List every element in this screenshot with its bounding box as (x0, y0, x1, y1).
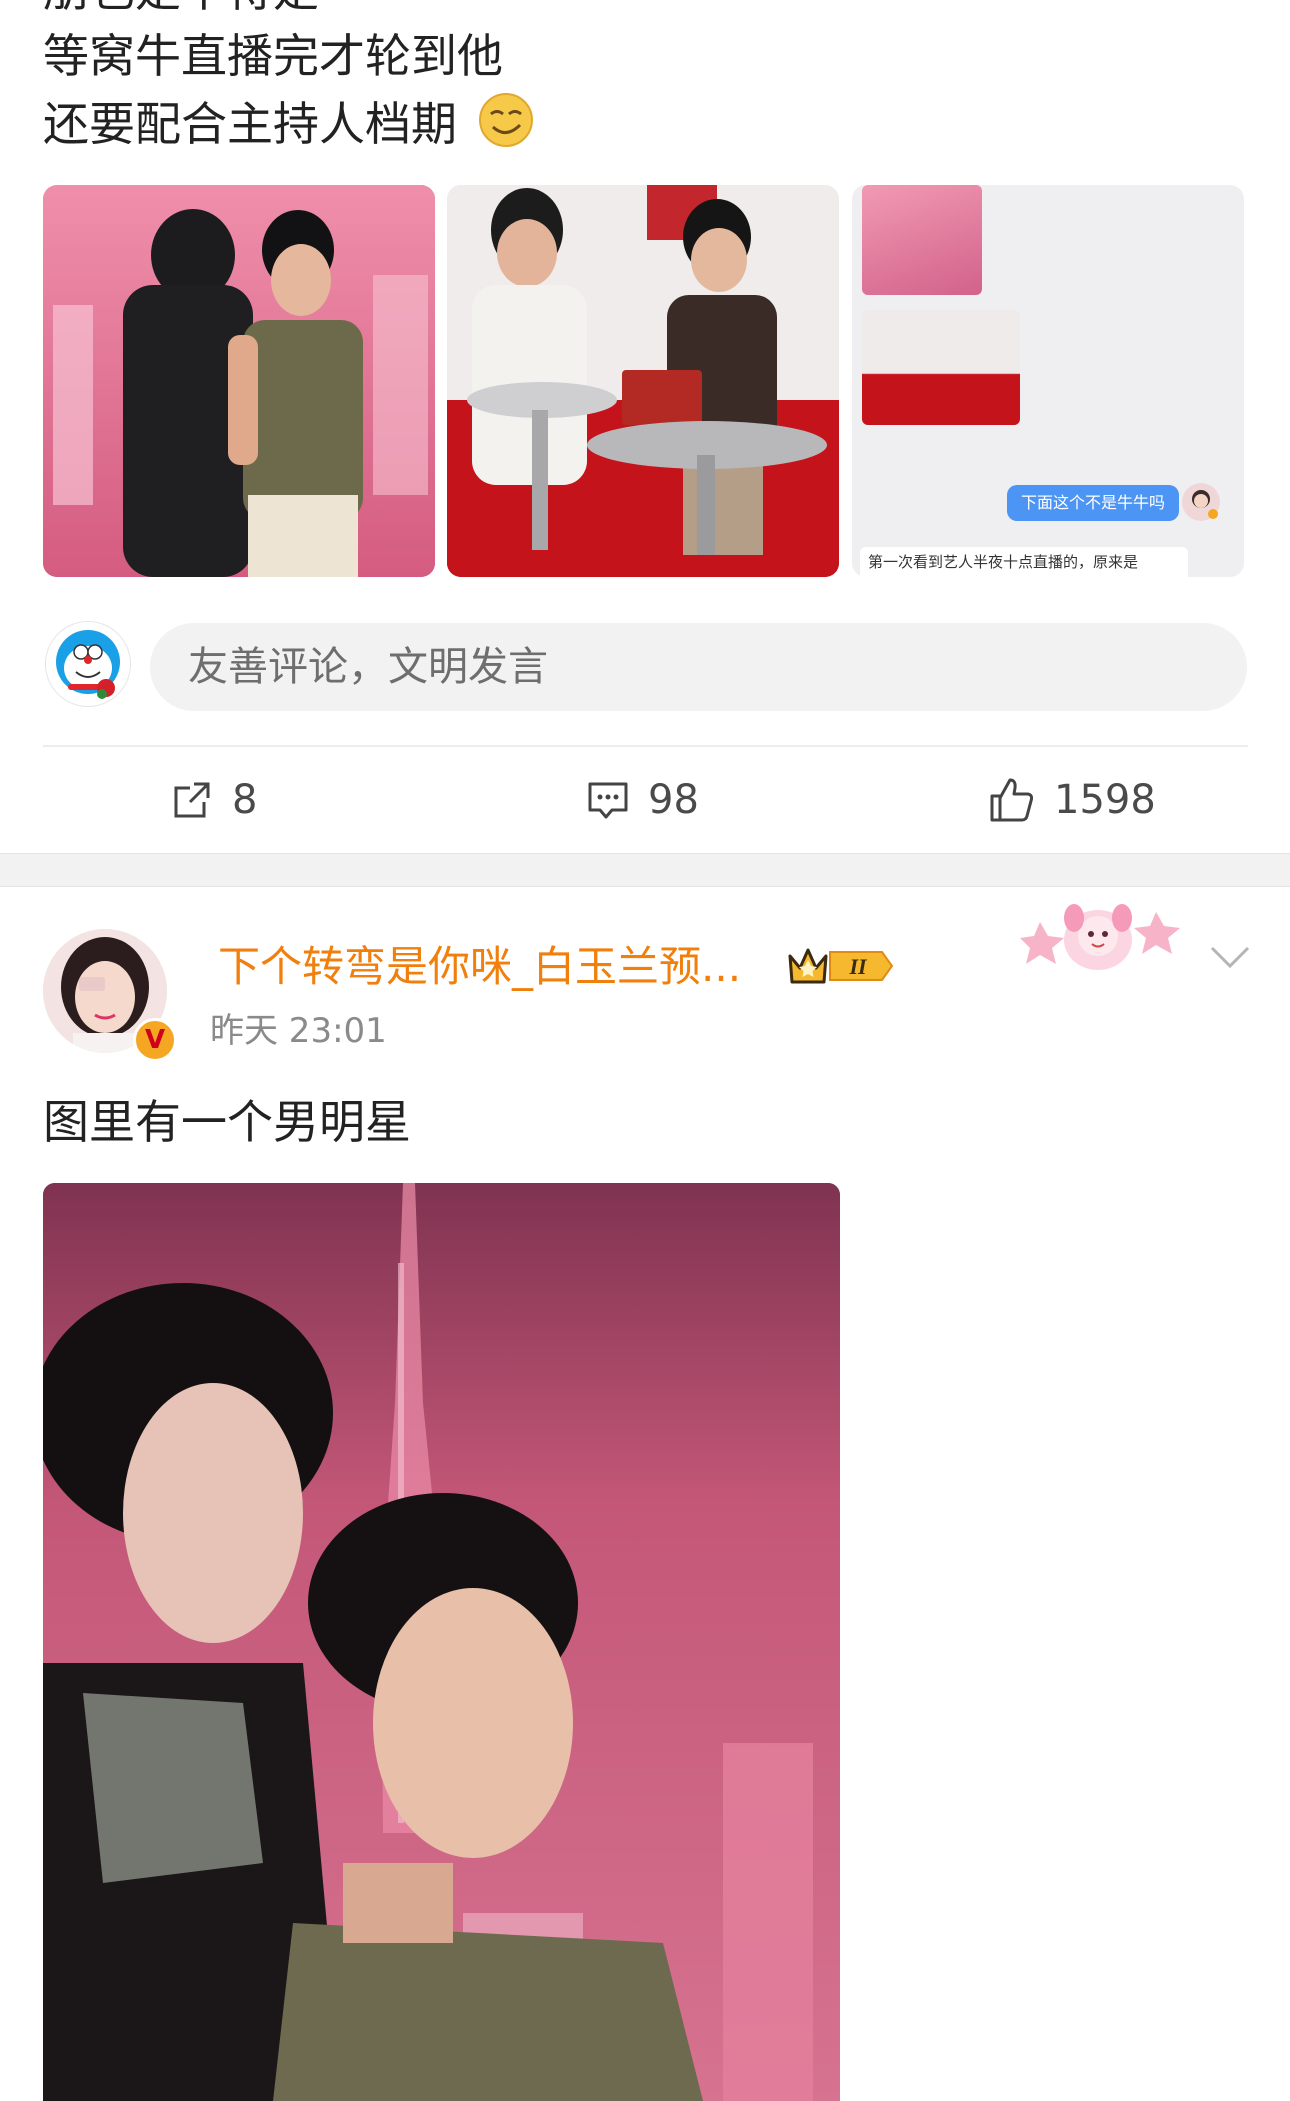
post-image-3[interactable]: 下面这个不是牛牛吗 第一次看到艺人半夜十点直播的，原来是 (852, 185, 1244, 577)
thumbs-up-icon (990, 778, 1034, 822)
chat-caption: 第一次看到艺人半夜十点直播的，原来是 (860, 547, 1188, 577)
feed-separator (0, 853, 1290, 887)
cartoon-sticker-icon (1016, 888, 1196, 992)
post-text-line-1: 等窝牛直播完才轮到他 (43, 29, 503, 83)
like-count: 1598 (1054, 777, 1156, 823)
smirk-emoji-icon (478, 92, 534, 166)
like-button[interactable]: 1598 (988, 772, 1156, 828)
member-level: II (848, 954, 868, 979)
my-avatar[interactable] (45, 621, 131, 707)
chat-avatar (1182, 483, 1220, 521)
divider (43, 745, 1248, 747)
post-image-1[interactable] (43, 185, 435, 577)
post-text-line-2-text: 还要配合主持人档期 (43, 97, 457, 151)
post-photo[interactable] (43, 1183, 840, 2101)
comment-input[interactable]: 友善评论，文明发言 (150, 623, 1247, 711)
comment-icon (588, 782, 628, 819)
post-text: 等窝牛直播完才轮到他 还要配合主持人档期 (43, 22, 1243, 158)
post-text-line-2: 还要配合主持人档期 (43, 90, 1243, 158)
comment-button[interactable]: 98 (586, 772, 699, 828)
post-text-cut-line: 朋也是半待是 (43, 0, 319, 24)
member-crown-badge[interactable]: II (786, 942, 896, 992)
chat-image-1 (862, 185, 982, 295)
comment-placeholder: 友善评论，文明发言 (188, 644, 548, 690)
repost-count: 8 (232, 777, 258, 823)
post-timestamp: 昨天 23:01 (210, 1011, 387, 1051)
post-image-2[interactable] (447, 185, 839, 577)
comment-count: 98 (648, 777, 699, 823)
repost-icon (174, 782, 210, 818)
repost-button[interactable]: 8 (170, 772, 257, 828)
chat-image-2 (862, 310, 1020, 425)
chat-bubble: 下面这个不是牛牛吗 (1007, 485, 1180, 521)
chevron-down-icon[interactable] (1208, 942, 1252, 976)
verified-badge: V (133, 1018, 177, 1062)
post-text-2: 图里有一个男明星 (43, 1095, 411, 1149)
username[interactable]: 下个转弯是你咪_白玉兰预... (218, 940, 741, 994)
